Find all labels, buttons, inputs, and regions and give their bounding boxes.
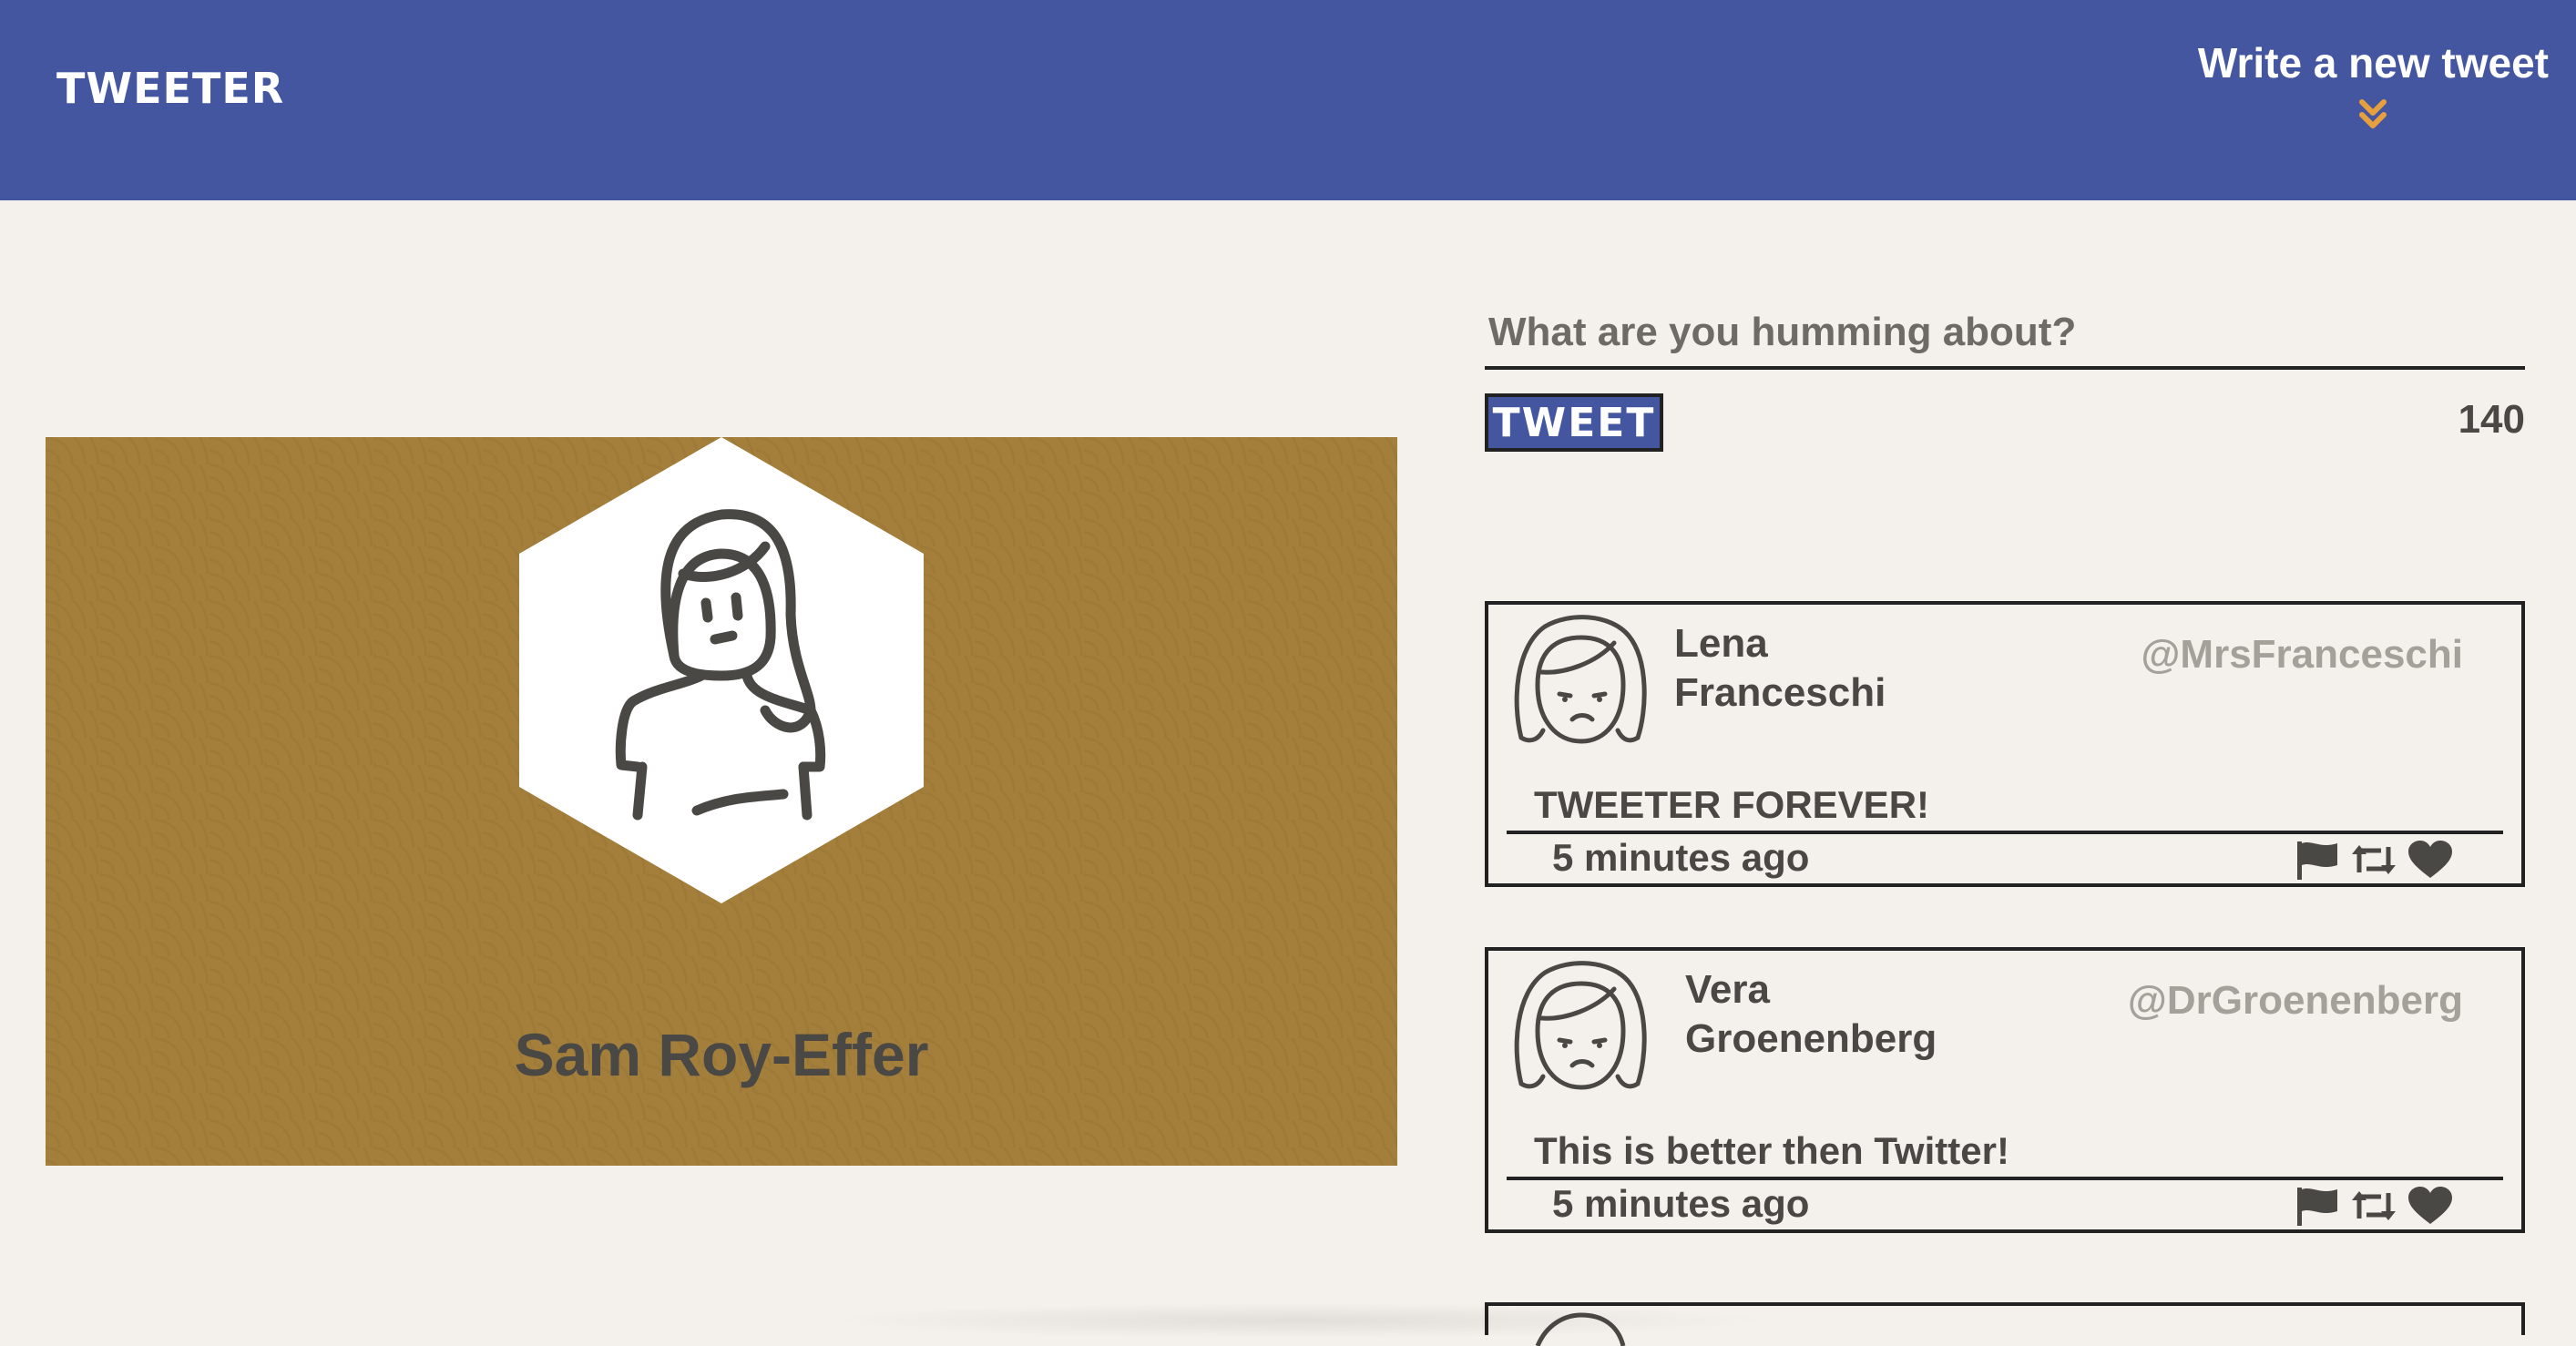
user-avatar-icon (519, 437, 924, 903)
tweet-card: Vera Groenenberg @DrGroenenberg This is … (1485, 947, 2525, 1233)
tweet-button[interactable]: TWEET (1485, 393, 1663, 452)
compose-form: TWEET 140 (1485, 301, 2525, 452)
retweet-icon[interactable] (2350, 1186, 2397, 1226)
tweet-actions (2294, 840, 2454, 880)
author-first-name: Lena (1674, 621, 1768, 666)
brand-logo[interactable]: TWEETER (56, 64, 284, 113)
scroll-shadow (820, 1302, 1776, 1339)
character-counter: 140 (2458, 397, 2525, 442)
tweet-text: This is better then Twitter! (1534, 1129, 2009, 1172)
avatar-icon (1514, 961, 1647, 1090)
tweet-author-handle[interactable]: @DrGroenenberg (2128, 978, 2463, 1024)
tweet-input[interactable] (1485, 301, 2525, 370)
tweet-author-handle[interactable]: @MrsFranceschi (2142, 632, 2463, 678)
flag-icon[interactable] (2294, 1186, 2341, 1226)
profile-name: Sam Roy-Effer (514, 1021, 929, 1088)
tweet-author-name: Lena Franceschi (1674, 619, 2039, 718)
tweet-card: Lena Franceschi @MrsFranceschi TWEETER F… (1485, 601, 2525, 887)
heart-icon[interactable] (2407, 1186, 2454, 1226)
tweet-timestamp: 5 minutes ago (1552, 836, 1810, 879)
tweet-divider (1507, 1177, 2503, 1180)
author-last-name: Groenenberg (1685, 1016, 1937, 1061)
tweet-timestamp: 5 minutes ago (1552, 1182, 1810, 1225)
author-last-name: Franceschi (1674, 670, 1886, 715)
flag-icon[interactable] (2294, 840, 2341, 880)
tweet-divider (1507, 831, 2503, 834)
nav-bar: TWEETER Write a new tweet (0, 0, 2576, 200)
write-new-tweet-label: Write a new tweet (2197, 39, 2549, 87)
tweet-author-name: Vera Groenenberg (1685, 965, 2050, 1064)
profile-banner: Sam Roy-Effer (46, 437, 1397, 1166)
write-new-tweet-toggle[interactable]: Write a new tweet (2198, 38, 2549, 133)
tweet-text: TWEETER FOREVER! (1534, 783, 1930, 826)
double-chevron-down-icon (2359, 99, 2387, 128)
author-first-name: Vera (1685, 967, 1770, 1012)
tweet-actions (2294, 1186, 2454, 1226)
retweet-icon[interactable] (2350, 840, 2397, 880)
heart-icon[interactable] (2407, 840, 2454, 880)
avatar-icon (1514, 615, 1647, 744)
